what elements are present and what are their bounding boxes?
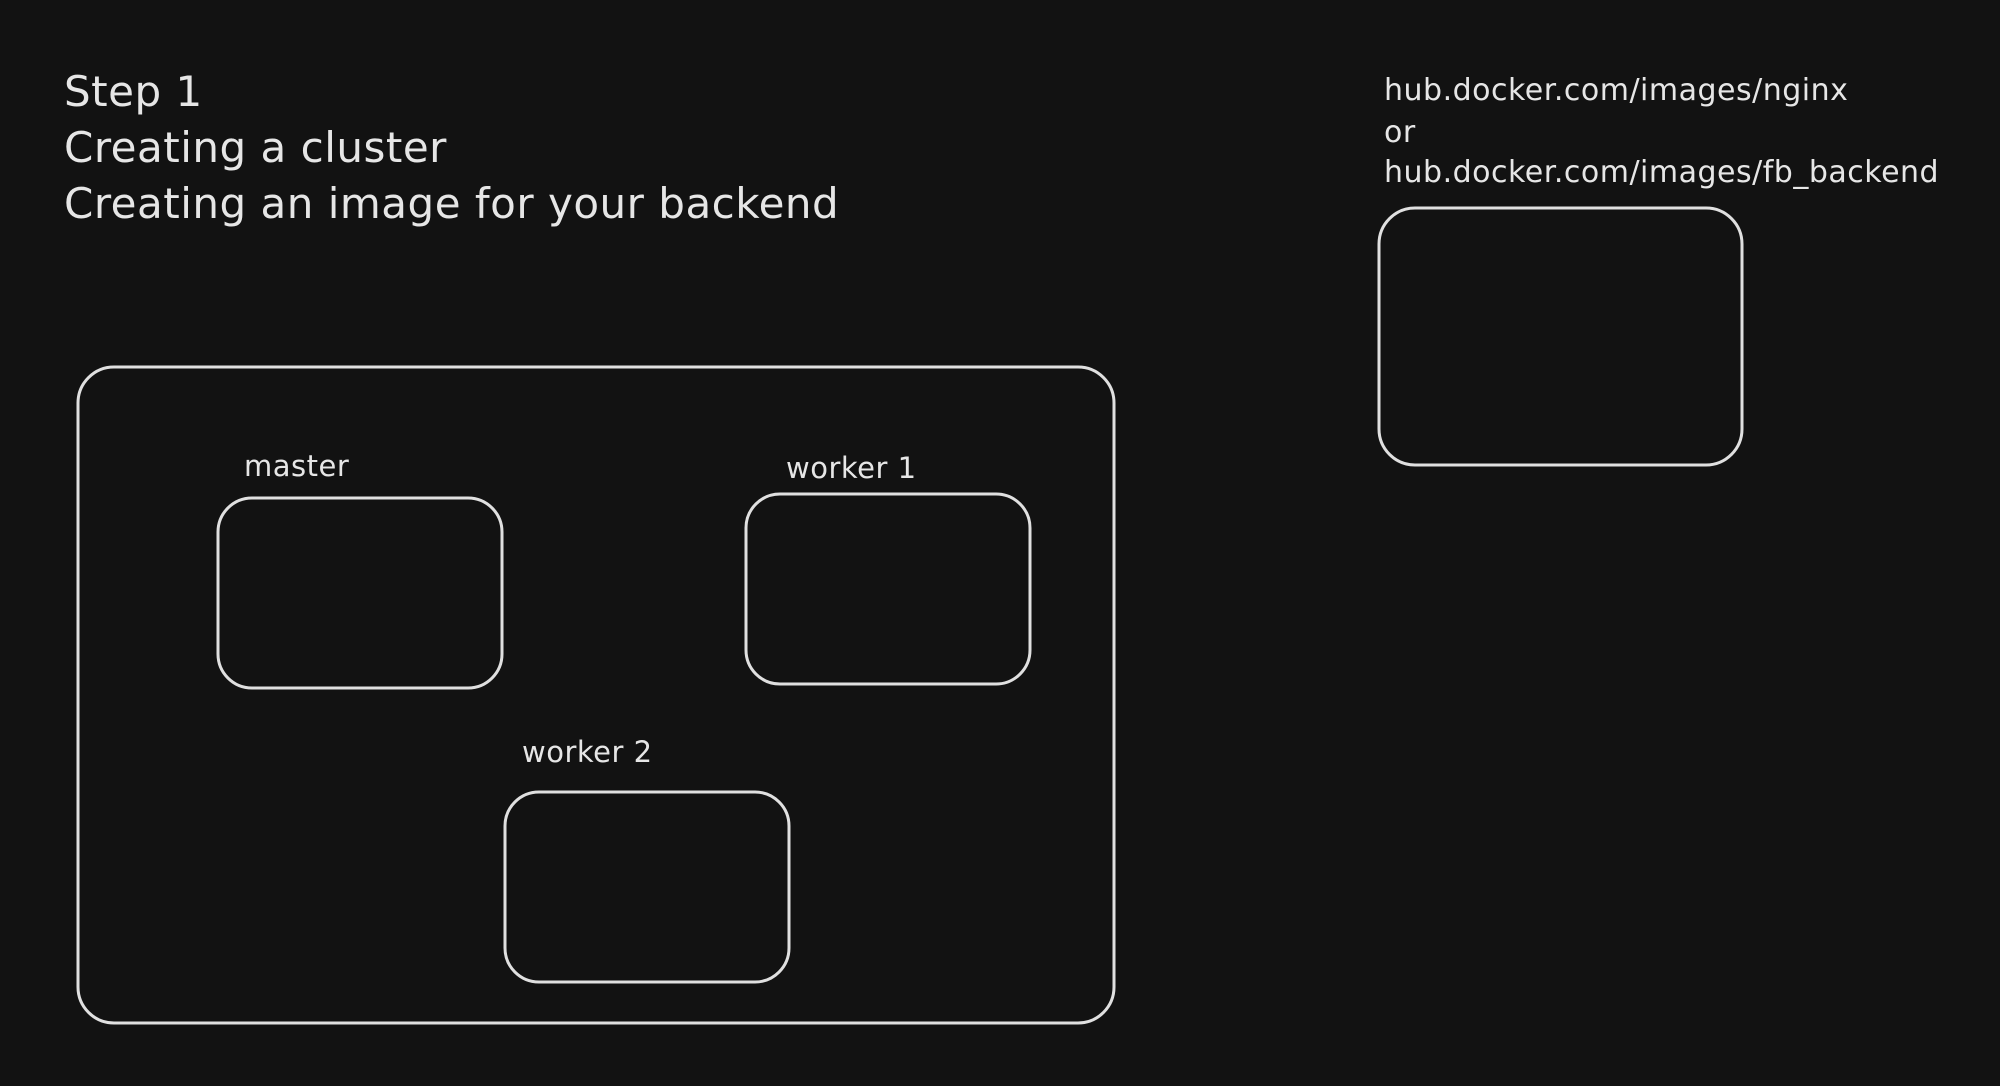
- diagram-shapes: [76, 206, 1744, 1025]
- diagram-canvas: Step 1 Creating a cluster Creating an im…: [0, 0, 2000, 1086]
- worker-1-node-label: worker 1: [786, 451, 917, 485]
- master-node-box: [216, 496, 504, 690]
- master-node-label: master: [244, 449, 350, 483]
- cluster-box: [76, 365, 1116, 1025]
- worker-2-node-label: worker 2: [522, 735, 653, 769]
- docker-image-box: [1377, 206, 1744, 467]
- worker-2-node-box: [503, 790, 791, 984]
- worker-1-node-box: [744, 492, 1032, 686]
